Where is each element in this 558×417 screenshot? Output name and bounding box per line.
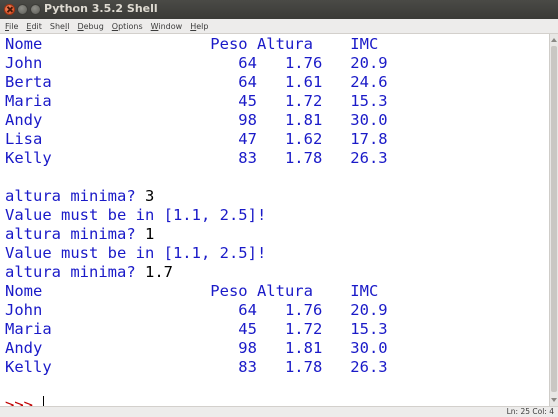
shell-output-line: Nome Peso Altura IMC bbox=[5, 35, 379, 53]
shell-input-line: altura minima? 1 bbox=[5, 225, 154, 244]
input-prompt-text: altura minima? bbox=[5, 187, 145, 205]
menu-label-part: ebug bbox=[83, 21, 104, 31]
vertical-scrollbar[interactable] bbox=[549, 34, 558, 406]
shell-output-line: Andy 98 1.81 30.0 bbox=[5, 111, 388, 129]
menu-label-part: indow bbox=[158, 21, 183, 31]
menu-label-part: dit bbox=[31, 21, 42, 31]
maximize-window-icon[interactable] bbox=[30, 4, 41, 15]
idle-shell-window: Python 3.5.2 Shell File Edit Shell Debug Opt… bbox=[0, 0, 558, 417]
shell-prompt: >>> bbox=[5, 396, 43, 406]
cursor-position-status: Ln: 25 Col: 4 bbox=[506, 407, 554, 416]
shell-output-line: John 64 1.76 20.9 bbox=[5, 301, 388, 319]
menu-item-shell[interactable]: Shell bbox=[46, 22, 74, 31]
menu-item-options[interactable]: Options bbox=[108, 22, 147, 31]
shell-output-line: Kelly 83 1.78 26.3 bbox=[5, 358, 388, 376]
scroll-down-arrow-icon[interactable] bbox=[551, 398, 557, 402]
shell-output-line: John 64 1.76 20.9 bbox=[5, 54, 388, 72]
menu-label-part: elp bbox=[196, 21, 209, 31]
menu-bar: File Edit Shell Debug Options Window Help bbox=[0, 19, 558, 34]
shell-output-line: Value must be in [1.1, 2.5]! bbox=[5, 206, 267, 224]
menu-item-file[interactable]: File bbox=[0, 22, 22, 31]
shell-output-line: Value must be in [1.1, 2.5]! bbox=[5, 244, 267, 262]
shell-input-line: altura minima? 3 bbox=[5, 187, 154, 206]
menu-label-part: She bbox=[49, 21, 65, 31]
menu-label-part: ile bbox=[9, 21, 19, 31]
user-input-value: 3 bbox=[144, 187, 155, 205]
user-input-value: 1.7 bbox=[144, 263, 173, 281]
input-prompt-text: altura minima? bbox=[5, 263, 145, 281]
shell-input-line: altura minima? 1.7 bbox=[5, 263, 173, 282]
menu-item-help[interactable]: Help bbox=[186, 22, 212, 31]
close-window-icon[interactable] bbox=[4, 4, 15, 15]
shell-output-line: Nome Peso Altura IMC bbox=[5, 282, 379, 300]
shell-prompt-line[interactable]: >>> bbox=[5, 396, 45, 406]
menu-item-edit[interactable]: Edit bbox=[22, 22, 46, 31]
shell-output-line: Andy 98 1.81 30.0 bbox=[5, 339, 388, 357]
menu-label-part: ptions bbox=[118, 21, 143, 31]
shell-text-area[interactable]: Nome Peso Altura IMC John 64 1.76 20.9 Ber… bbox=[0, 34, 549, 406]
shell-output-line: Maria 45 1.72 15.3 bbox=[5, 92, 388, 110]
menu-item-debug[interactable]: Debug bbox=[73, 22, 107, 31]
shell-output-line: Lisa 47 1.62 17.8 bbox=[5, 130, 388, 148]
scrollbar-thumb[interactable] bbox=[551, 46, 557, 392]
window-title: Python 3.5.2 Shell bbox=[44, 2, 158, 15]
shell-output-line: Maria 45 1.72 15.3 bbox=[5, 320, 388, 338]
input-prompt-text: altura minima? bbox=[5, 225, 145, 243]
menu-label-part: l bbox=[67, 21, 70, 31]
shell-output-line: Berta 64 1.61 24.6 bbox=[5, 73, 388, 91]
user-input-value: 1 bbox=[144, 225, 155, 243]
text-cursor bbox=[43, 396, 45, 406]
shell-output-line: Kelly 83 1.78 26.3 bbox=[5, 149, 388, 167]
menu-item-window[interactable]: Window bbox=[147, 22, 187, 31]
scroll-up-arrow-icon[interactable] bbox=[551, 38, 557, 42]
minimize-window-icon[interactable] bbox=[17, 4, 28, 15]
status-bar: Ln: 25 Col: 4 bbox=[0, 406, 558, 417]
title-bar[interactable]: Python 3.5.2 Shell bbox=[0, 0, 558, 19]
